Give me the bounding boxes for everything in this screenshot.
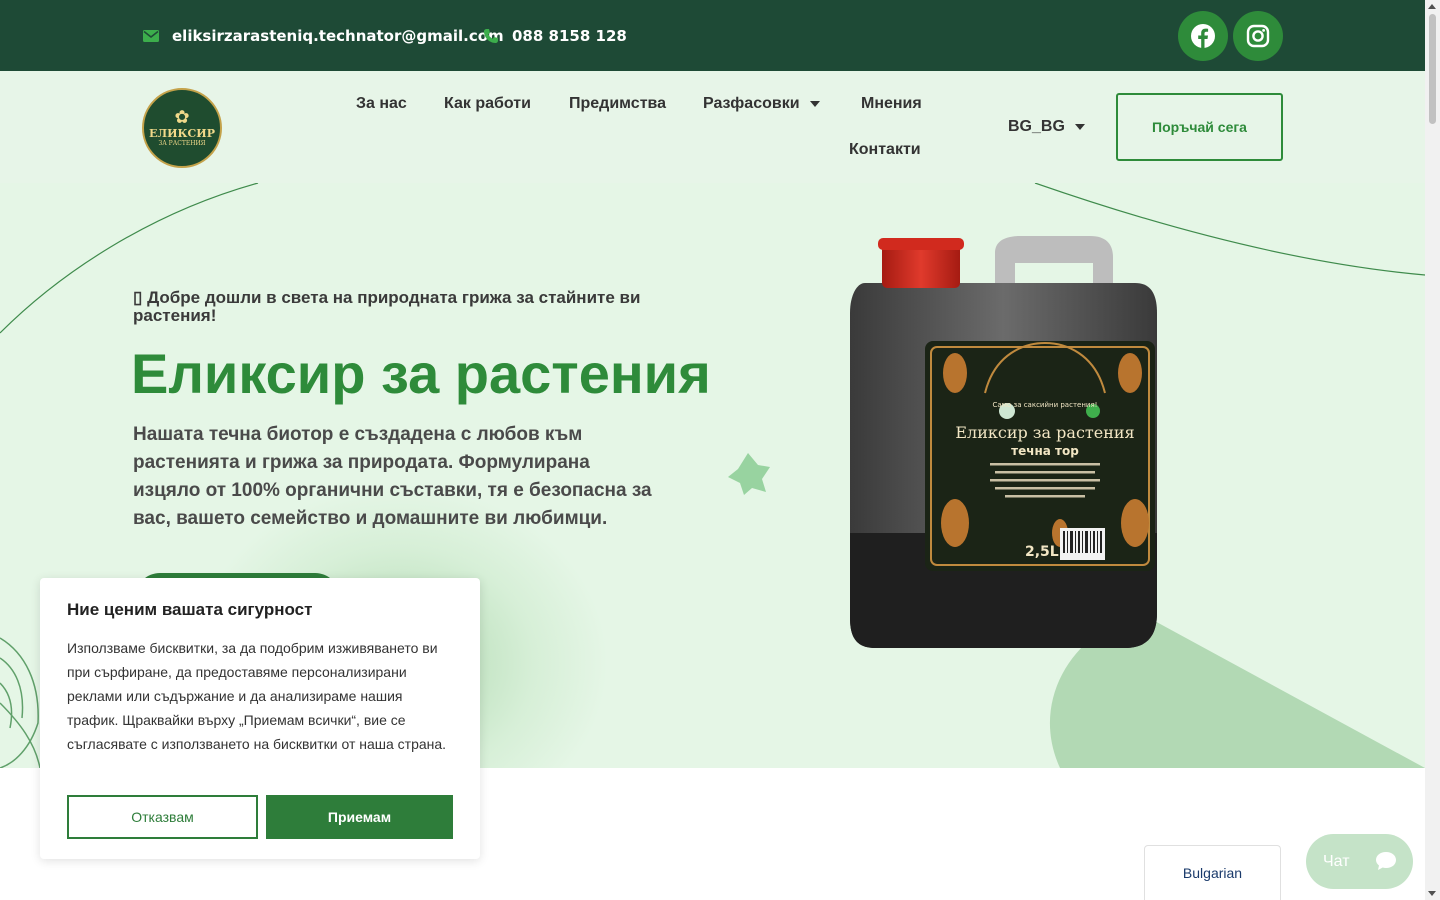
hero-tagline: ▯ Добре дошли в света на природната гриж… bbox=[133, 288, 641, 325]
nav-contacts[interactable]: Контакти bbox=[849, 141, 921, 159]
page-scrollbar[interactable] bbox=[1425, 0, 1440, 900]
phone-contact[interactable]: 088 8158 128 bbox=[483, 0, 627, 71]
facebook-button[interactable] bbox=[1178, 11, 1228, 61]
product-label-subtitle: течна тор bbox=[1011, 444, 1079, 458]
facebook-icon bbox=[1191, 24, 1215, 49]
cookie-accept-button[interactable]: Приемам bbox=[266, 795, 453, 839]
tree-icon: ✿ bbox=[174, 106, 190, 128]
language-switcher[interactable]: Bulgarian bbox=[1144, 845, 1281, 900]
product-badge-text: Само за саксийни растения! bbox=[993, 401, 1098, 409]
instagram-button[interactable] bbox=[1233, 11, 1283, 61]
logo-line1: ЕЛИКСИР bbox=[149, 126, 215, 140]
scroll-down-arrow-icon[interactable] bbox=[1428, 891, 1436, 896]
email-contact[interactable]: eliksirzarasteniq.technator@gmail.com bbox=[143, 0, 504, 71]
envelope-icon bbox=[143, 29, 159, 42]
chat-bubble-icon bbox=[1376, 852, 1396, 870]
main-header: ✿ ЕЛИКСИР ЗА РАСТЕНИЯ За нас Как работи … bbox=[0, 71, 1425, 183]
instagram-icon bbox=[1246, 24, 1270, 48]
hero-title: Еликсир за растения bbox=[131, 342, 711, 405]
caret-down-icon bbox=[809, 100, 820, 107]
cookie-reject-button[interactable]: Отказвам bbox=[67, 795, 258, 839]
hero-description: Нашата течна биотор е създадена с любов … bbox=[133, 424, 652, 529]
order-now-button[interactable]: Поръчай сега bbox=[1116, 93, 1283, 161]
nav-packaging-label: Разфасовки bbox=[703, 95, 800, 112]
chat-label: Чат bbox=[1323, 852, 1350, 870]
product-volume: 2,5L bbox=[1025, 544, 1059, 560]
nav-packaging-dropdown[interactable]: Разфасовки bbox=[703, 95, 820, 113]
top-contact-bar: eliksirzarasteniq.technator@gmail.com 08… bbox=[0, 0, 1425, 71]
nav-benefits[interactable]: Предимства bbox=[569, 95, 666, 113]
cookie-consent-banner: Ние ценим вашата сигурност Използваме би… bbox=[40, 578, 480, 859]
cookie-text: Използваме бисквитки, за да подобрим изж… bbox=[67, 640, 447, 752]
caret-down-icon bbox=[1074, 123, 1085, 130]
scrollbar-thumb[interactable] bbox=[1429, 14, 1436, 124]
email-text[interactable]: eliksirzarasteniq.technator@gmail.com bbox=[172, 27, 504, 45]
scroll-up-arrow-icon[interactable] bbox=[1428, 4, 1436, 9]
cookie-title: Ние ценим вашата сигурност bbox=[67, 600, 313, 619]
language-dropdown[interactable]: BG_BG bbox=[1008, 118, 1085, 136]
nav-reviews[interactable]: Мнения bbox=[861, 95, 922, 113]
nav-about[interactable]: За нас bbox=[356, 95, 407, 113]
phone-text[interactable]: 088 8158 128 bbox=[512, 27, 627, 45]
chat-widget-button[interactable]: Чат bbox=[1306, 834, 1413, 889]
site-logo[interactable]: ✿ ЕЛИКСИР ЗА РАСТЕНИЯ bbox=[142, 88, 222, 168]
phone-icon bbox=[483, 28, 499, 44]
logo-line2: ЗА РАСТЕНИЯ bbox=[158, 139, 206, 147]
nav-how-it-works[interactable]: Как работи bbox=[444, 95, 531, 113]
product-label-title: Еликсир за растения bbox=[955, 423, 1134, 442]
language-label: BG_BG bbox=[1008, 118, 1065, 135]
product-canister-image: Само за саксийни растения! Еликсир за ра… bbox=[850, 236, 1157, 648]
